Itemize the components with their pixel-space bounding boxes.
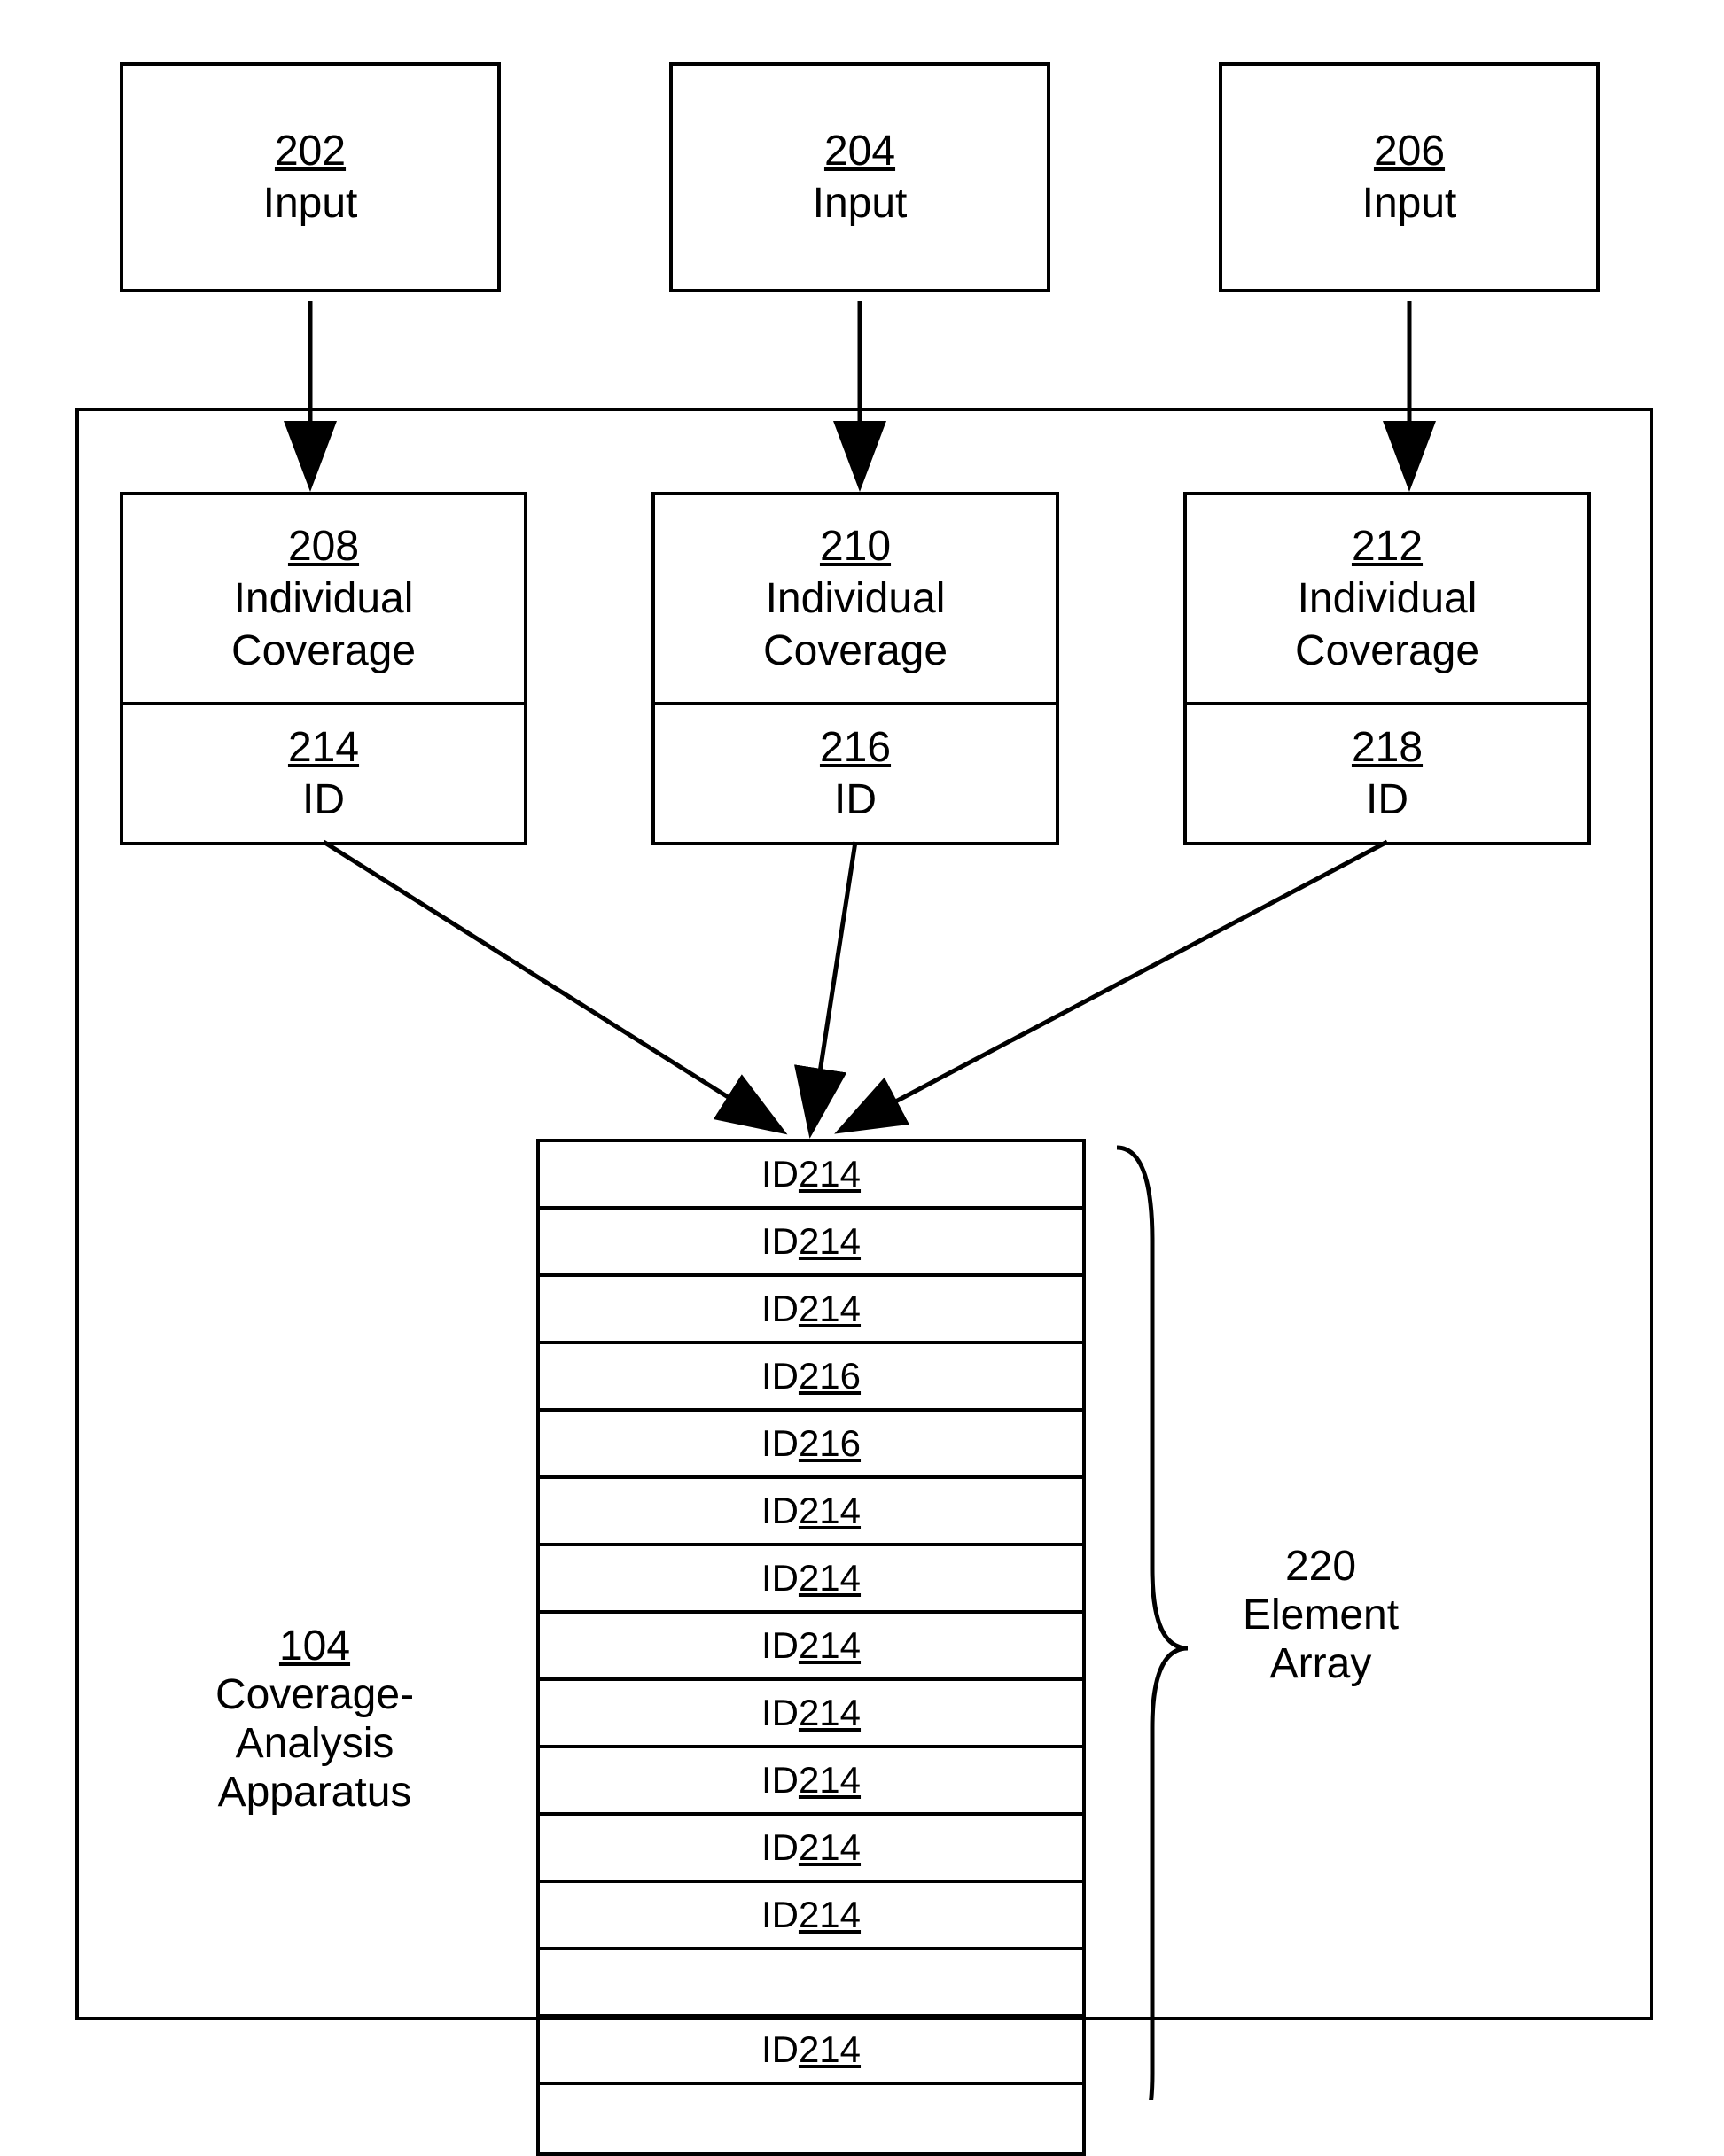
arr-num: 220 bbox=[1285, 1543, 1356, 1590]
input-label: Input bbox=[813, 179, 908, 228]
input-num: 204 bbox=[824, 127, 895, 175]
coverage-num: 208 bbox=[288, 522, 359, 571]
row-prefix: ID bbox=[761, 1826, 799, 1869]
input-label: Input bbox=[1362, 179, 1457, 228]
coverage-id: 216 ID bbox=[655, 705, 1056, 842]
array-row: ID 214 bbox=[540, 1816, 1082, 1883]
array-label: 220 Element Array bbox=[1188, 1542, 1454, 1688]
row-num: 214 bbox=[799, 1624, 861, 1667]
coverage-label: Individual bbox=[234, 574, 414, 623]
coverage-label: Individual bbox=[1298, 574, 1478, 623]
row-prefix: ID bbox=[761, 1422, 799, 1465]
row-prefix: ID bbox=[761, 1153, 799, 1195]
coverage-label: Individual bbox=[766, 574, 946, 623]
row-num: 214 bbox=[799, 1153, 861, 1195]
coverage-id: 214 ID bbox=[123, 705, 524, 842]
id-num: 214 bbox=[288, 723, 359, 772]
array-row: ID 214 bbox=[540, 1479, 1082, 1546]
diagram-canvas: 202 Input 204 Input 206 Input 208 Indivi… bbox=[0, 0, 1724, 2100]
coverage-box-210: 210 Individual Coverage 216 ID bbox=[651, 492, 1059, 845]
array-row bbox=[540, 1950, 1082, 2018]
row-num: 216 bbox=[799, 1422, 861, 1465]
array-row: ID 214 bbox=[540, 1277, 1082, 1344]
row-prefix: ID bbox=[761, 1692, 799, 1734]
row-num: 214 bbox=[799, 1692, 861, 1734]
array-row: ID 216 bbox=[540, 1412, 1082, 1479]
array-row: ID 214 bbox=[540, 1210, 1082, 1277]
input-num: 202 bbox=[275, 127, 346, 175]
coverage-box-208: 208 Individual Coverage 214 ID bbox=[120, 492, 527, 845]
row-num: 216 bbox=[799, 1355, 861, 1397]
app-line: Analysis bbox=[236, 1720, 394, 1767]
id-label: ID bbox=[1366, 775, 1408, 824]
input-box-202: 202 Input bbox=[120, 62, 501, 292]
input-label: Input bbox=[263, 179, 358, 228]
row-num: 214 bbox=[799, 1557, 861, 1599]
array-row: ID 216 bbox=[540, 1344, 1082, 1412]
row-prefix: ID bbox=[761, 1288, 799, 1330]
row-prefix: ID bbox=[761, 2028, 799, 2071]
coverage-label: Coverage bbox=[1295, 627, 1479, 675]
coverage-top: 212 Individual Coverage bbox=[1187, 495, 1587, 705]
row-num: 214 bbox=[799, 1490, 861, 1532]
app-line: Coverage- bbox=[215, 1671, 414, 1718]
coverage-box-212: 212 Individual Coverage 218 ID bbox=[1183, 492, 1591, 845]
array-row bbox=[540, 2085, 1082, 2152]
id-num: 218 bbox=[1352, 723, 1423, 772]
input-box-204: 204 Input bbox=[669, 62, 1050, 292]
array-row: ID 214 bbox=[540, 1748, 1082, 1816]
id-label: ID bbox=[834, 775, 877, 824]
array-row: ID 214 bbox=[540, 1614, 1082, 1681]
row-num: 214 bbox=[799, 1288, 861, 1330]
row-prefix: ID bbox=[761, 1557, 799, 1599]
array-row: ID 214 bbox=[540, 1883, 1082, 1950]
row-prefix: ID bbox=[761, 1490, 799, 1532]
id-num: 216 bbox=[820, 723, 891, 772]
app-line: Apparatus bbox=[218, 1769, 412, 1816]
row-num: 214 bbox=[799, 1220, 861, 1263]
element-array: ID 214 ID 214 ID 214 ID 216 ID 216 ID 21… bbox=[536, 1139, 1086, 2156]
coverage-label: Coverage bbox=[763, 627, 948, 675]
array-row: ID 214 bbox=[540, 1681, 1082, 1748]
coverage-num: 212 bbox=[1352, 522, 1423, 571]
app-num: 104 bbox=[279, 1623, 350, 1670]
row-num: 214 bbox=[799, 1759, 861, 1802]
array-row: ID 214 bbox=[540, 2018, 1082, 2085]
row-num: 214 bbox=[799, 1894, 861, 1936]
id-label: ID bbox=[302, 775, 345, 824]
row-prefix: ID bbox=[761, 1624, 799, 1667]
row-prefix: ID bbox=[761, 1894, 799, 1936]
arr-line: Element bbox=[1243, 1592, 1399, 1638]
input-num: 206 bbox=[1374, 127, 1445, 175]
coverage-top: 210 Individual Coverage bbox=[655, 495, 1056, 705]
row-num: 214 bbox=[799, 2028, 861, 2071]
arr-line: Array bbox=[1270, 1640, 1372, 1687]
coverage-num: 210 bbox=[820, 522, 891, 571]
row-prefix: ID bbox=[761, 1220, 799, 1263]
coverage-label: Coverage bbox=[231, 627, 416, 675]
array-row: ID 214 bbox=[540, 1546, 1082, 1614]
row-prefix: ID bbox=[761, 1759, 799, 1802]
coverage-id: 218 ID bbox=[1187, 705, 1587, 842]
coverage-top: 208 Individual Coverage bbox=[123, 495, 524, 705]
row-num: 214 bbox=[799, 1826, 861, 1869]
row-prefix: ID bbox=[761, 1355, 799, 1397]
apparatus-label: 104 Coverage- Analysis Apparatus bbox=[146, 1622, 483, 1817]
array-row: ID 214 bbox=[540, 1142, 1082, 1210]
input-box-206: 206 Input bbox=[1219, 62, 1600, 292]
